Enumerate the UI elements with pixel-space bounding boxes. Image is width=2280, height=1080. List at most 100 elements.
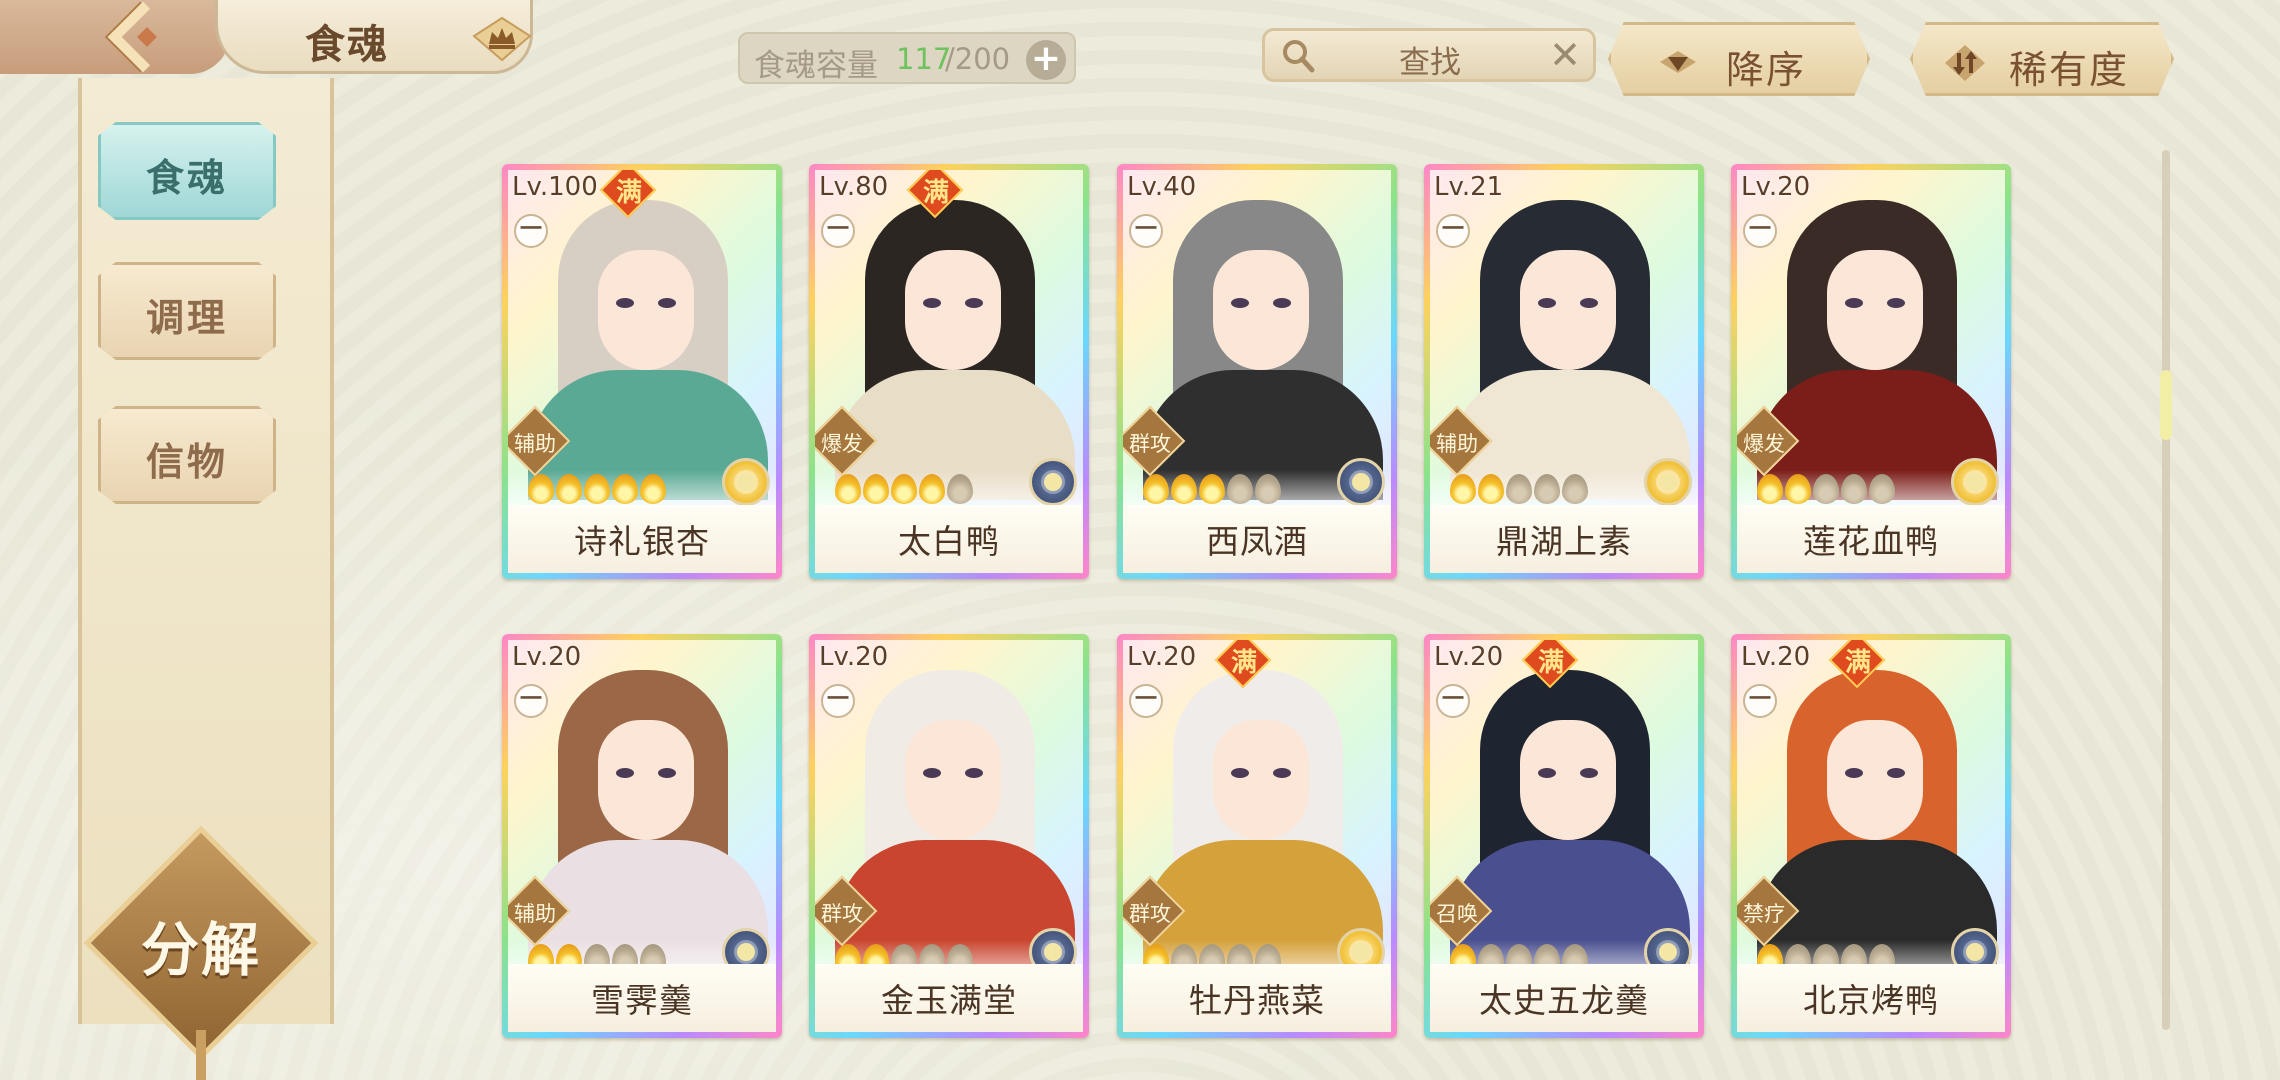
clear-search-icon[interactable]: ✕ <box>1549 33 1581 77</box>
rank-badge: 一 <box>1743 684 1777 718</box>
capacity-total: /200 <box>945 42 1011 76</box>
portrait-face <box>1213 250 1309 370</box>
star-empty-icon <box>1255 474 1281 504</box>
portrait-face <box>1520 250 1616 370</box>
element-icon <box>1337 458 1385 506</box>
food-soul-name: 鼎湖上素 <box>1496 522 1632 561</box>
portrait-eye <box>1845 298 1863 308</box>
star-filled-icon <box>891 474 917 504</box>
food-soul-name: 雪霁羹 <box>591 981 693 1020</box>
star-filled-icon <box>1199 474 1225 504</box>
rank-badge: 一 <box>514 684 548 718</box>
back-button[interactable] <box>0 0 230 74</box>
star-filled-icon <box>863 474 889 504</box>
role-badge: 辅助 <box>508 405 571 477</box>
food-soul-card[interactable]: Lv.20 一 爆发 莲花血鸭 <box>1731 164 2011 579</box>
role-badge: 群攻 <box>1123 875 1186 947</box>
portrait-eye <box>923 298 941 308</box>
star-filled-icon <box>1143 474 1169 504</box>
sidebar-item-food-souls[interactable]: 食魂 <box>98 122 276 220</box>
card-inner: Lv.21 一 辅助 鼎湖上素 <box>1430 170 1698 573</box>
search-icon <box>1283 40 1315 73</box>
search-input[interactable]: 查找 ✕ <box>1262 28 1596 82</box>
portrait-eye <box>965 298 983 308</box>
star-filled-icon <box>919 474 945 504</box>
rank-badge: 一 <box>514 214 548 248</box>
portrait-eye <box>658 298 676 308</box>
food-soul-card[interactable]: Lv.20 一 辅助 雪霁羹 <box>502 634 782 1038</box>
food-soul-name: 诗礼银杏 <box>574 522 710 561</box>
star-filled-icon <box>835 474 861 504</box>
food-soul-card[interactable]: Lv.20 满 一 禁疗 北京烤鸭 <box>1731 634 2011 1038</box>
card-level: Lv.20 <box>1434 642 1504 672</box>
name-plate: 太史五龙羹 <box>1430 964 1698 1032</box>
card-inner: Lv.20 一 爆发 莲花血鸭 <box>1737 170 2005 573</box>
star-filled-icon <box>528 474 554 504</box>
element-icon <box>1951 458 1999 506</box>
capacity-label: 食魂容量 <box>754 48 878 84</box>
sort-by-rarity-button[interactable]: 稀有度 <box>1910 22 2174 96</box>
card-level: Lv.20 <box>819 642 889 672</box>
scrollbar-track[interactable] <box>2162 150 2170 1030</box>
page-title: 食魂 <box>305 22 389 68</box>
name-plate: 金玉满堂 <box>815 964 1083 1032</box>
card-inner: Lv.20 满 一 召唤 太史五龙羹 <box>1430 640 1698 1032</box>
card-inner: Lv.40 一 群攻 西凤酒 <box>1123 170 1391 573</box>
food-soul-card[interactable]: Lv.20 一 群攻 金玉满堂 <box>809 634 1089 1038</box>
max-badge-label: 满 <box>1844 648 1871 678</box>
card-level: Lv.100 <box>512 172 598 202</box>
portrait-face <box>598 720 694 840</box>
decompose-label: 分解 <box>140 916 261 984</box>
name-plate: 北京烤鸭 <box>1737 964 2005 1032</box>
card-inner: Lv.20 满 一 禁疗 北京烤鸭 <box>1737 640 2005 1032</box>
portrait-face <box>1213 720 1309 840</box>
role-label: 辅助 <box>1436 432 1478 456</box>
role-label: 召唤 <box>1436 902 1478 926</box>
star-filled-icon <box>1785 474 1811 504</box>
card-level: Lv.20 <box>512 642 582 672</box>
sidebar-item-cultivate[interactable]: 调理 <box>98 262 276 360</box>
portrait-eye <box>923 768 941 778</box>
star-empty-icon <box>1534 474 1560 504</box>
role-badge: 辅助 <box>1430 405 1493 477</box>
portrait-eye <box>658 768 676 778</box>
rank-badge: 一 <box>821 214 855 248</box>
food-soul-card[interactable]: Lv.20 满 一 群攻 牡丹燕菜 <box>1117 634 1397 1038</box>
role-label: 禁疗 <box>1743 902 1785 926</box>
search-placeholder: 查找 <box>1399 45 1461 81</box>
food-soul-name: 牡丹燕菜 <box>1189 981 1325 1020</box>
portrait-eye <box>1580 298 1598 308</box>
star-empty-icon <box>1506 474 1532 504</box>
max-badge-label: 满 <box>1230 648 1257 678</box>
food-soul-card[interactable]: Lv.21 一 辅助 鼎湖上素 <box>1424 164 1704 579</box>
food-soul-name: 莲花血鸭 <box>1803 522 1939 561</box>
max-badge-label: 满 <box>1537 648 1564 678</box>
sidebar-item-tokens[interactable]: 信物 <box>98 406 276 504</box>
element-icon <box>1644 458 1692 506</box>
food-soul-card[interactable]: Lv.40 一 群攻 西凤酒 <box>1117 164 1397 579</box>
name-plate: 诗礼银杏 <box>508 505 776 573</box>
food-soul-name: 北京烤鸭 <box>1803 981 1939 1020</box>
tassel-decoration <box>196 1030 206 1080</box>
food-soul-card[interactable]: Lv.80 满 一 爆发 太白鸭 <box>809 164 1089 579</box>
rank-badge: 一 <box>1436 214 1470 248</box>
card-level: Lv.20 <box>1741 172 1811 202</box>
add-capacity-button[interactable]: + <box>1026 40 1066 80</box>
star-filled-icon <box>1478 474 1504 504</box>
sort-by-rarity-label: 稀有度 <box>2009 48 2130 92</box>
card-inner: Lv.100 满 一 辅助 诗礼银杏 <box>508 170 776 573</box>
food-soul-card[interactable]: Lv.20 满 一 召唤 太史五龙羹 <box>1424 634 1704 1038</box>
role-label: 群攻 <box>821 902 863 926</box>
role-badge: 群攻 <box>1123 405 1186 477</box>
portrait-face <box>905 720 1001 840</box>
sort-arrows-icon <box>1945 45 1985 81</box>
scrollbar-thumb[interactable] <box>2160 370 2172 440</box>
name-plate: 鼎湖上素 <box>1430 505 1698 573</box>
name-plate: 太白鸭 <box>815 505 1083 573</box>
sort-order-button[interactable]: 降序 <box>1608 22 1870 96</box>
food-soul-card[interactable]: Lv.100 满 一 辅助 诗礼银杏 <box>502 164 782 579</box>
crown-icon[interactable] <box>472 14 532 64</box>
portrait-eye <box>965 768 983 778</box>
star-empty-icon <box>1813 474 1839 504</box>
star-filled-icon <box>640 474 666 504</box>
